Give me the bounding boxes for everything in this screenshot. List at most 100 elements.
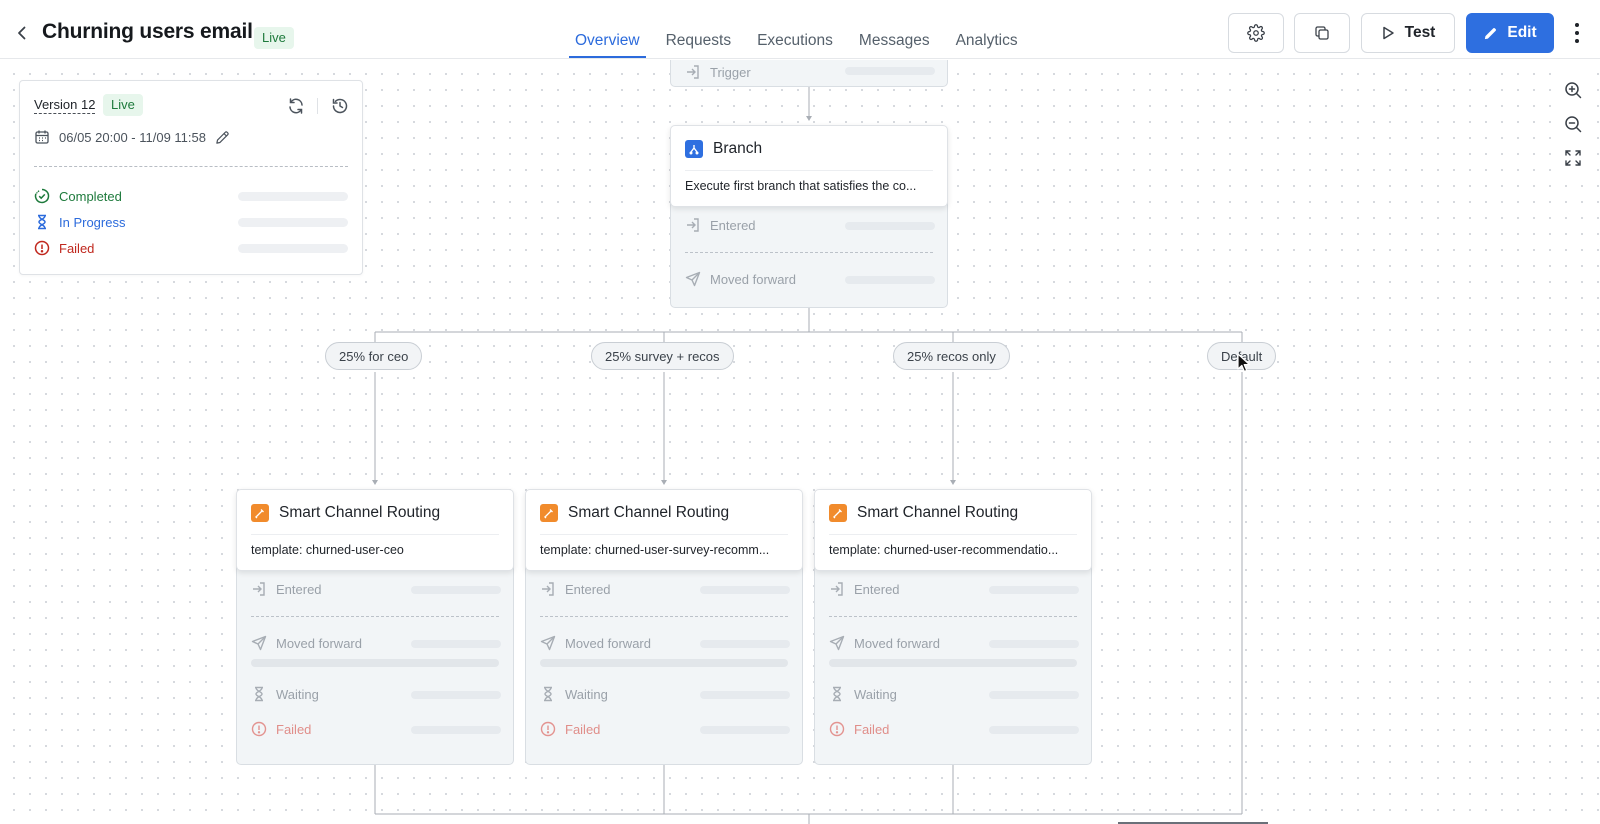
enter-icon <box>687 218 699 232</box>
moved-forward-label: Moved forward <box>565 635 651 651</box>
branch-label-survey-recos[interactable]: 25% survey + recos <box>591 342 734 370</box>
branch-label-ceo[interactable]: 25% for ceo <box>325 342 423 370</box>
entered-metric: Entered <box>251 581 322 597</box>
routing-node-title: Smart Channel Routing <box>568 504 730 521</box>
workflow-canvas[interactable]: Trigger Entered Moved forward Branch Exe… <box>0 60 1600 824</box>
metric-divider <box>829 616 1077 617</box>
tab-requests[interactable]: Requests <box>653 0 744 59</box>
moved-forward-metric: Moved forward <box>540 635 651 651</box>
trigger-node[interactable]: Trigger <box>670 60 948 87</box>
failed-label: Failed <box>59 240 95 256</box>
panel-divider <box>317 98 318 114</box>
moved-forward-label: Moved forward <box>710 271 796 287</box>
zoom-controls <box>1555 73 1591 175</box>
test-button-label: Test <box>1404 24 1436 41</box>
moved-forward-bar <box>411 640 501 648</box>
entered-label: Entered <box>565 581 611 597</box>
zoom-out-icon <box>1565 116 1582 133</box>
hourglass-icon <box>544 686 552 702</box>
trigger-label: Trigger <box>710 64 751 80</box>
tab-analytics[interactable]: Analytics <box>943 0 1031 59</box>
node-divider <box>251 534 499 535</box>
entered-label: Entered <box>276 581 322 597</box>
refresh-button[interactable] <box>286 96 306 116</box>
routing-node-ceo[interactable]: Smart Channel Routing template: churned-… <box>236 489 514 571</box>
tab-executions[interactable]: Executions <box>744 0 846 59</box>
date-range: 06/05 20:00 - 11/09 11:58 <box>34 129 230 145</box>
kebab-dot-icon <box>1575 31 1579 35</box>
more-options-button[interactable] <box>1570 20 1584 46</box>
entered-bar <box>989 586 1079 594</box>
moved-forward-metric: Moved forward <box>829 635 940 651</box>
calendar-icon <box>35 130 49 144</box>
branch-node-header: Branch <box>685 140 762 158</box>
enter-icon <box>253 582 265 596</box>
moved-forward-bar <box>989 640 1079 648</box>
waiting-bar <box>411 691 501 699</box>
page-title: Churning users email <box>42 20 253 43</box>
zoom-out-button[interactable] <box>1555 107 1591 141</box>
metric-divider <box>685 252 933 253</box>
moved-forward-label: Moved forward <box>854 635 940 651</box>
routing-node-description: template: churned-user-recommendatio... <box>829 543 1059 557</box>
hourglass-icon <box>255 686 263 702</box>
routing-icon <box>251 504 269 522</box>
moved-forward-bar <box>845 276 935 284</box>
branch-entered-metric: Entered <box>685 217 756 233</box>
status-badge: Live <box>254 27 294 49</box>
history-icon <box>332 98 348 114</box>
test-button[interactable]: Test <box>1361 13 1455 53</box>
channel-distribution-bar <box>251 659 499 667</box>
send-icon <box>540 635 556 651</box>
routing-node-recos-only[interactable]: Smart Channel Routing template: churned-… <box>814 489 1092 571</box>
routing-node-description: template: churned-user-survey-recomm... <box>540 543 770 557</box>
pencil-icon <box>1485 27 1497 39</box>
node-divider <box>540 534 788 535</box>
branch-node[interactable]: Branch Execute first branch that satisfi… <box>670 125 948 207</box>
alert-circle-icon <box>251 721 267 737</box>
waiting-metric: Waiting <box>540 686 608 702</box>
branch-label-recos-only[interactable]: 25% recos only <box>893 342 1010 370</box>
entered-bar <box>845 222 935 230</box>
failed-bar <box>989 726 1079 734</box>
version-history-button[interactable] <box>330 96 350 116</box>
zoom-in-button[interactable] <box>1555 73 1591 107</box>
entered-metric: Entered <box>829 581 900 597</box>
failed-label: Failed <box>565 721 601 737</box>
failed-metric: Failed <box>540 721 600 737</box>
branch-node-title: Branch <box>713 140 763 157</box>
fit-view-button[interactable] <box>1555 141 1591 175</box>
node-divider <box>685 170 933 171</box>
entered-metric: Entered <box>540 581 611 597</box>
pencil-icon[interactable] <box>215 130 230 145</box>
routing-node-stats: Entered Moved forward Waiting Failed <box>236 544 514 765</box>
routing-icon <box>540 504 558 522</box>
enter-icon <box>542 582 554 596</box>
failed-bar <box>411 726 501 734</box>
tab-bar: Overview Requests Executions Messages An… <box>562 0 1031 59</box>
moved-forward-metric: Moved forward <box>251 635 362 651</box>
waiting-metric: Waiting <box>251 686 319 702</box>
refresh-icon <box>289 98 303 114</box>
date-range-text: 06/05 20:00 - 11/09 11:58 <box>59 129 206 145</box>
settings-button[interactable] <box>1228 13 1284 53</box>
panel-divider <box>34 166 348 167</box>
routing-node-survey-recos[interactable]: Smart Channel Routing template: churned-… <box>525 489 803 571</box>
version-selector[interactable]: Version 12 <box>34 97 96 114</box>
branch-node-description: Execute first branch that satisfies the … <box>685 179 917 193</box>
trigger-metric: Trigger <box>685 64 751 80</box>
back-button[interactable] <box>10 21 34 45</box>
completed-bar <box>238 192 348 201</box>
branch-moved-metric: Moved forward <box>685 271 796 287</box>
routing-node-description: template: churned-user-ceo <box>251 543 404 557</box>
tab-messages[interactable]: Messages <box>846 0 943 59</box>
gear-icon <box>1247 24 1265 42</box>
waiting-label: Waiting <box>565 686 608 702</box>
duplicate-button[interactable] <box>1294 13 1350 53</box>
waiting-bar <box>700 691 790 699</box>
waiting-metric: Waiting <box>829 686 897 702</box>
tab-overview[interactable]: Overview <box>562 0 653 59</box>
routing-node-stats: Entered Moved forward Waiting Failed <box>814 544 1092 765</box>
entered-label: Entered <box>710 217 756 233</box>
edit-button[interactable]: Edit <box>1466 13 1554 53</box>
